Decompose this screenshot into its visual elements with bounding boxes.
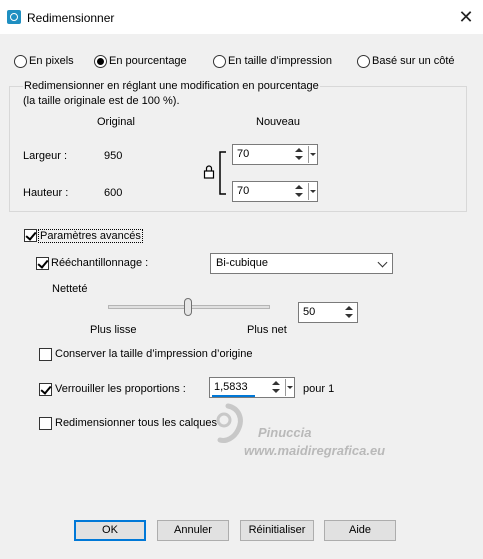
height-original-value: 600 xyxy=(104,187,123,199)
keep-print-size-label[interactable]: Conserver la taille d’impression d’origi… xyxy=(55,348,252,360)
group-legend-line1: Redimensionner en réglant une modificati… xyxy=(23,80,320,92)
keep-print-size-checkbox[interactable] xyxy=(39,348,52,361)
ok-button[interactable]: OK xyxy=(74,520,146,541)
width-dropdown-icon[interactable] xyxy=(308,146,317,163)
resize-all-layers-label[interactable]: Redimensionner tous les calques xyxy=(55,417,217,429)
sharpness-spin-arrows-icon[interactable] xyxy=(344,304,355,321)
ratio-value[interactable]: 1,5833 xyxy=(214,381,248,393)
height-spin-arrows-icon[interactable] xyxy=(294,183,305,200)
ratio-dropdown-icon[interactable] xyxy=(285,379,294,396)
sharpness-max-label: Plus net xyxy=(247,324,287,336)
reset-button[interactable]: Réinitialiser xyxy=(240,520,314,541)
width-new-value[interactable]: 70 xyxy=(237,148,249,160)
radio-taille-impression[interactable] xyxy=(213,55,226,68)
group-legend-line2: (la taille originale est de 100 %). xyxy=(23,95,180,107)
resample-checkbox[interactable] xyxy=(36,257,49,270)
sharpness-slider-thumb[interactable] xyxy=(184,298,192,316)
radio-label-en-pourcentage[interactable]: En pourcentage xyxy=(109,55,187,67)
ratio-suffix: pour 1 xyxy=(303,383,335,395)
column-original: Original xyxy=(97,116,135,128)
lock-icon[interactable] xyxy=(203,164,215,180)
resample-label[interactable]: Rééchantillonnage : xyxy=(51,257,148,269)
advanced-settings-checkbox[interactable] xyxy=(24,229,37,242)
sharpness-value[interactable]: 50 xyxy=(303,306,315,318)
watermark-name: Pinuccia xyxy=(258,425,312,440)
cancel-button[interactable]: Annuler xyxy=(157,520,229,541)
resample-value[interactable]: Bi-cubique xyxy=(216,257,268,269)
watermark-url: www.maidiregrafica.eu xyxy=(244,443,386,458)
close-icon[interactable]: ✕ xyxy=(455,6,477,28)
sharpness-label: Netteté xyxy=(52,283,88,295)
sharpness-spinbox[interactable]: 50 xyxy=(298,302,358,323)
radio-label-en-pixels[interactable]: En pixels xyxy=(29,55,74,67)
width-original-value: 950 xyxy=(104,150,123,162)
window-title: Redimensionner xyxy=(27,11,115,25)
ratio-spin-arrows-icon[interactable] xyxy=(271,379,282,396)
radio-en-pixels[interactable] xyxy=(14,55,27,68)
chevron-down-icon[interactable] xyxy=(377,257,388,268)
ratio-spinbox[interactable]: 1,5833 xyxy=(209,377,295,398)
resample-select[interactable]: Bi-cubique xyxy=(210,253,393,274)
height-new-spinbox[interactable]: 70 xyxy=(232,181,318,202)
width-label: Largeur : xyxy=(23,150,68,162)
height-dropdown-icon[interactable] xyxy=(308,183,317,200)
radio-label-base-sur-un-cote[interactable]: Basé sur un côté xyxy=(372,55,455,67)
ratio-field-underline xyxy=(212,395,255,397)
radio-en-pourcentage[interactable] xyxy=(94,55,107,68)
lock-ratio-label[interactable]: Verrouiller les proportions : xyxy=(55,383,186,395)
height-label: Hauteur : xyxy=(23,187,69,199)
lock-ratio-checkbox[interactable] xyxy=(39,383,52,396)
watermark-logo-icon xyxy=(216,403,243,443)
radio-label-taille-impression[interactable]: En taille d’impression xyxy=(228,55,332,67)
app-icon xyxy=(7,10,21,24)
radio-base-sur-un-cote[interactable] xyxy=(357,55,370,68)
height-new-value[interactable]: 70 xyxy=(237,185,249,197)
advanced-settings-label[interactable]: Paramètres avancés xyxy=(38,229,143,243)
width-new-spinbox[interactable]: 70 xyxy=(232,144,318,165)
sharpness-min-label: Plus lisse xyxy=(90,324,137,336)
width-spin-arrows-icon[interactable] xyxy=(294,146,305,163)
column-nouveau: Nouveau xyxy=(256,116,301,128)
resize-all-layers-checkbox[interactable] xyxy=(39,417,52,430)
help-button[interactable]: Aide xyxy=(324,520,396,541)
